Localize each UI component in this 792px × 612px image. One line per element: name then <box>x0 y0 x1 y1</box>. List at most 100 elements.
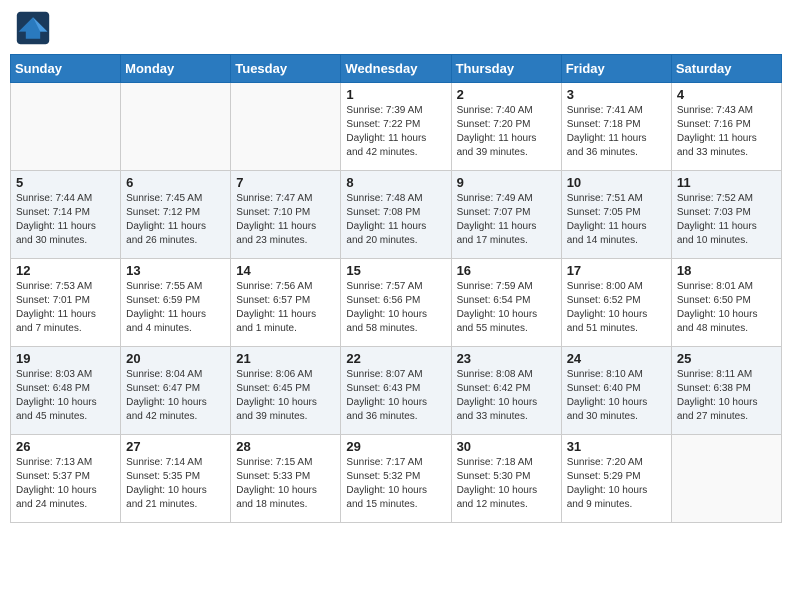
calendar-cell: 9 Sunrise: 7:49 AM Sunset: 7:07 PM Daylig… <box>451 171 561 259</box>
day-info: Sunrise: 7:57 AM Sunset: 6:56 PM Dayligh… <box>346 280 445 336</box>
day-number: 22 <box>346 351 445 366</box>
day-number: 10 <box>567 175 666 190</box>
day-number: 18 <box>677 263 776 278</box>
day-number: 12 <box>16 263 115 278</box>
day-info: Sunrise: 7:45 AM Sunset: 7:12 PM Dayligh… <box>126 192 225 248</box>
day-info: Sunrise: 8:06 AM Sunset: 6:45 PM Dayligh… <box>236 368 335 424</box>
day-info: Sunrise: 7:20 AM Sunset: 5:29 PM Dayligh… <box>567 456 666 512</box>
day-number: 15 <box>346 263 445 278</box>
calendar-cell: 14 Sunrise: 7:56 AM Sunset: 6:57 PM Dayli… <box>231 259 341 347</box>
day-info: Sunrise: 7:59 AM Sunset: 6:54 PM Dayligh… <box>457 280 556 336</box>
day-number: 30 <box>457 439 556 454</box>
calendar-cell: 22 Sunrise: 8:07 AM Sunset: 6:43 PM Dayli… <box>341 347 451 435</box>
day-info: Sunrise: 8:01 AM Sunset: 6:50 PM Dayligh… <box>677 280 776 336</box>
day-number: 17 <box>567 263 666 278</box>
calendar-cell: 15 Sunrise: 7:57 AM Sunset: 6:56 PM Dayli… <box>341 259 451 347</box>
calendar-cell: 30 Sunrise: 7:18 AM Sunset: 5:30 PM Dayli… <box>451 435 561 523</box>
day-number: 4 <box>677 87 776 102</box>
calendar-cell: 3 Sunrise: 7:41 AM Sunset: 7:18 PM Daylig… <box>561 83 671 171</box>
calendar-cell: 6 Sunrise: 7:45 AM Sunset: 7:12 PM Daylig… <box>121 171 231 259</box>
day-number: 5 <box>16 175 115 190</box>
day-info: Sunrise: 8:11 AM Sunset: 6:38 PM Dayligh… <box>677 368 776 424</box>
day-info: Sunrise: 7:41 AM Sunset: 7:18 PM Dayligh… <box>567 104 666 160</box>
day-info: Sunrise: 7:43 AM Sunset: 7:16 PM Dayligh… <box>677 104 776 160</box>
day-info: Sunrise: 7:56 AM Sunset: 6:57 PM Dayligh… <box>236 280 335 336</box>
calendar-week-row: 5 Sunrise: 7:44 AM Sunset: 7:14 PM Daylig… <box>11 171 782 259</box>
day-number: 26 <box>16 439 115 454</box>
calendar-cell: 17 Sunrise: 8:00 AM Sunset: 6:52 PM Dayli… <box>561 259 671 347</box>
day-number: 23 <box>457 351 556 366</box>
calendar-cell: 28 Sunrise: 7:15 AM Sunset: 5:33 PM Dayli… <box>231 435 341 523</box>
day-number: 3 <box>567 87 666 102</box>
calendar-cell: 25 Sunrise: 8:11 AM Sunset: 6:38 PM Dayli… <box>671 347 781 435</box>
day-info: Sunrise: 8:00 AM Sunset: 6:52 PM Dayligh… <box>567 280 666 336</box>
day-info: Sunrise: 8:04 AM Sunset: 6:47 PM Dayligh… <box>126 368 225 424</box>
day-number: 1 <box>346 87 445 102</box>
day-info: Sunrise: 7:44 AM Sunset: 7:14 PM Dayligh… <box>16 192 115 248</box>
calendar-week-row: 1 Sunrise: 7:39 AM Sunset: 7:22 PM Daylig… <box>11 83 782 171</box>
weekday-header: Saturday <box>671 55 781 83</box>
day-number: 14 <box>236 263 335 278</box>
calendar-cell: 31Sunrise: 7:20 AM Sunset: 5:29 PM Dayli… <box>561 435 671 523</box>
calendar-header-row: SundayMondayTuesdayWednesdayThursdayFrid… <box>11 55 782 83</box>
day-info: Sunrise: 8:10 AM Sunset: 6:40 PM Dayligh… <box>567 368 666 424</box>
day-number: 6 <box>126 175 225 190</box>
calendar-cell <box>121 83 231 171</box>
weekday-header: Sunday <box>11 55 121 83</box>
day-number: 29 <box>346 439 445 454</box>
weekday-header: Friday <box>561 55 671 83</box>
day-info: Sunrise: 7:48 AM Sunset: 7:08 PM Dayligh… <box>346 192 445 248</box>
day-info: Sunrise: 8:03 AM Sunset: 6:48 PM Dayligh… <box>16 368 115 424</box>
day-info: Sunrise: 7:40 AM Sunset: 7:20 PM Dayligh… <box>457 104 556 160</box>
calendar-cell: 16Sunrise: 7:59 AM Sunset: 6:54 PM Dayli… <box>451 259 561 347</box>
calendar-week-row: 12 Sunrise: 7:53 AM Sunset: 7:01 PM Dayli… <box>11 259 782 347</box>
calendar-cell: 12 Sunrise: 7:53 AM Sunset: 7:01 PM Dayli… <box>11 259 121 347</box>
weekday-header: Monday <box>121 55 231 83</box>
day-number: 2 <box>457 87 556 102</box>
weekday-header: Wednesday <box>341 55 451 83</box>
calendar-cell: 21 Sunrise: 8:06 AM Sunset: 6:45 PM Dayli… <box>231 347 341 435</box>
day-number: 7 <box>236 175 335 190</box>
calendar-cell: 18 Sunrise: 8:01 AM Sunset: 6:50 PM Dayli… <box>671 259 781 347</box>
calendar-cell: 20 Sunrise: 8:04 AM Sunset: 6:47 PM Dayli… <box>121 347 231 435</box>
day-number: 11 <box>677 175 776 190</box>
calendar-cell: 8Sunrise: 7:48 AM Sunset: 7:08 PM Daylig… <box>341 171 451 259</box>
day-info: Sunrise: 7:13 AM Sunset: 5:37 PM Dayligh… <box>16 456 115 512</box>
calendar-week-row: 19 Sunrise: 8:03 AM Sunset: 6:48 PM Dayli… <box>11 347 782 435</box>
day-number: 25 <box>677 351 776 366</box>
day-info: Sunrise: 7:52 AM Sunset: 7:03 PM Dayligh… <box>677 192 776 248</box>
page-header <box>10 10 782 46</box>
calendar-cell: 4 Sunrise: 7:43 AM Sunset: 7:16 PM Daylig… <box>671 83 781 171</box>
day-info: Sunrise: 7:17 AM Sunset: 5:32 PM Dayligh… <box>346 456 445 512</box>
calendar-cell: 27Sunrise: 7:14 AM Sunset: 5:35 PM Dayli… <box>121 435 231 523</box>
day-number: 13 <box>126 263 225 278</box>
logo <box>15 10 55 46</box>
day-number: 20 <box>126 351 225 366</box>
calendar-cell: 23Sunrise: 8:08 AM Sunset: 6:42 PM Dayli… <box>451 347 561 435</box>
calendar-cell: 19 Sunrise: 8:03 AM Sunset: 6:48 PM Dayli… <box>11 347 121 435</box>
day-info: Sunrise: 7:47 AM Sunset: 7:10 PM Dayligh… <box>236 192 335 248</box>
calendar-cell <box>671 435 781 523</box>
calendar-table: SundayMondayTuesdayWednesdayThursdayFrid… <box>10 54 782 523</box>
calendar-cell: 7 Sunrise: 7:47 AM Sunset: 7:10 PM Daylig… <box>231 171 341 259</box>
calendar-cell: 5 Sunrise: 7:44 AM Sunset: 7:14 PM Daylig… <box>11 171 121 259</box>
weekday-header: Tuesday <box>231 55 341 83</box>
day-info: Sunrise: 8:07 AM Sunset: 6:43 PM Dayligh… <box>346 368 445 424</box>
day-info: Sunrise: 7:18 AM Sunset: 5:30 PM Dayligh… <box>457 456 556 512</box>
day-number: 9 <box>457 175 556 190</box>
day-info: Sunrise: 7:39 AM Sunset: 7:22 PM Dayligh… <box>346 104 445 160</box>
calendar-cell: 10Sunrise: 7:51 AM Sunset: 7:05 PM Dayli… <box>561 171 671 259</box>
day-info: Sunrise: 7:49 AM Sunset: 7:07 PM Dayligh… <box>457 192 556 248</box>
day-info: Sunrise: 7:53 AM Sunset: 7:01 PM Dayligh… <box>16 280 115 336</box>
calendar-cell: 2 Sunrise: 7:40 AM Sunset: 7:20 PM Daylig… <box>451 83 561 171</box>
day-number: 21 <box>236 351 335 366</box>
day-number: 24 <box>567 351 666 366</box>
weekday-header: Thursday <box>451 55 561 83</box>
day-info: Sunrise: 7:15 AM Sunset: 5:33 PM Dayligh… <box>236 456 335 512</box>
calendar-cell: 1 Sunrise: 7:39 AM Sunset: 7:22 PM Daylig… <box>341 83 451 171</box>
day-number: 19 <box>16 351 115 366</box>
day-number: 28 <box>236 439 335 454</box>
logo-icon <box>15 10 51 46</box>
calendar-cell: 29 Sunrise: 7:17 AM Sunset: 5:32 PM Dayli… <box>341 435 451 523</box>
calendar-cell: 11 Sunrise: 7:52 AM Sunset: 7:03 PM Dayli… <box>671 171 781 259</box>
